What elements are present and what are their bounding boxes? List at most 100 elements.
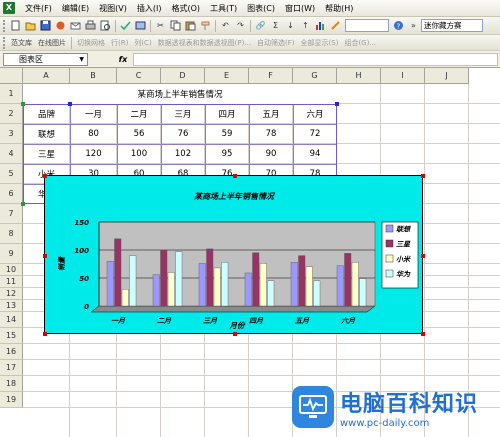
row-header-3[interactable]: 3 — [0, 124, 23, 144]
row-header-17[interactable]: 17 — [0, 360, 23, 376]
autofilter-button[interactable]: 自动筛选(F) — [254, 38, 298, 48]
save-icon[interactable] — [39, 19, 52, 32]
value-cell[interactable]: 78 — [249, 124, 293, 144]
chart-resize-handle[interactable] — [421, 253, 425, 258]
fx-icon[interactable]: fx — [113, 55, 133, 64]
online-image-button[interactable]: 在线图片 — [35, 38, 69, 48]
column-header-a[interactable]: A — [23, 68, 70, 84]
paste-icon[interactable] — [184, 19, 197, 32]
header-cell[interactable]: 品牌 — [23, 104, 70, 124]
value-cell[interactable]: 56 — [117, 124, 161, 144]
select-all-corner[interactable] — [0, 68, 23, 84]
row-header-14[interactable]: 14 — [0, 312, 23, 328]
hyperlink-icon[interactable]: 🔗 — [254, 19, 267, 32]
copy-icon[interactable] — [169, 19, 182, 32]
research-icon[interactable] — [134, 19, 147, 32]
formula-input[interactable] — [133, 52, 498, 66]
range-handle[interactable] — [335, 102, 339, 106]
column-header-b[interactable]: B — [70, 68, 117, 84]
range-handle[interactable] — [21, 102, 25, 106]
row-header-2[interactable]: 2 — [0, 104, 23, 124]
row-header-4[interactable]: 4 — [0, 144, 23, 164]
menu-chart[interactable]: 图表(C) — [242, 3, 280, 14]
menu-file[interactable]: 文件(F) — [20, 3, 57, 14]
menu-format[interactable]: 格式(O) — [166, 3, 205, 14]
row-header-10[interactable]: 10 — [0, 264, 23, 276]
name-box[interactable]: 图表区 ▼ — [3, 52, 88, 66]
value-cell[interactable]: 102 — [161, 144, 205, 164]
help-icon[interactable]: ? — [392, 19, 405, 32]
value-cell[interactable]: 59 — [205, 124, 249, 144]
chart-resize-handle[interactable] — [43, 332, 47, 336]
autosum-icon[interactable]: Σ — [269, 19, 282, 32]
toggle-grid-button[interactable]: 切换网格 — [74, 38, 108, 48]
brand-cell[interactable]: 三星 — [23, 144, 70, 164]
range-handle[interactable] — [21, 202, 25, 206]
chevron-down-icon[interactable]: ▼ — [79, 54, 84, 65]
row-button[interactable]: 行(R) — [108, 38, 131, 48]
column-header-i[interactable]: I — [381, 68, 425, 84]
row-header-6[interactable]: 6 — [0, 184, 23, 204]
sort-asc-icon[interactable]: ↓ — [284, 19, 297, 32]
chart-resize-handle[interactable] — [43, 174, 47, 178]
toolbar-grip[interactable] — [3, 19, 6, 32]
spellcheck-icon[interactable] — [119, 19, 132, 32]
row-header-12[interactable]: 12 — [0, 288, 23, 300]
undo-icon[interactable]: ↶ — [219, 19, 232, 32]
sort-desc-icon[interactable]: ↑ — [299, 19, 312, 32]
value-cell[interactable]: 72 — [293, 124, 337, 144]
row-header-13[interactable]: 13 — [0, 300, 23, 312]
sheet-title-cell[interactable]: 某商场上半年销售情况 — [23, 84, 337, 104]
row-header-5[interactable]: 5 — [0, 164, 23, 184]
row-header-11[interactable]: 11 — [0, 276, 23, 288]
redo-icon[interactable]: ↷ — [234, 19, 247, 32]
column-header-e[interactable]: E — [205, 68, 249, 84]
print-icon[interactable] — [84, 19, 97, 32]
column-button[interactable]: 列(C) — [131, 38, 154, 48]
email-icon[interactable] — [69, 19, 82, 32]
range-handle[interactable] — [68, 102, 72, 106]
chart-area[interactable]: 某商场上半年销售情况 0 50 100 150 一月 二月 三月 四月 五月 六月 销量 月份 联想 三星小… — [43, 174, 425, 336]
menu-view[interactable]: 视图(V) — [94, 3, 132, 14]
drawing-icon[interactable] — [329, 19, 342, 32]
row-header-15[interactable]: 15 — [0, 328, 23, 344]
chart-resize-handle[interactable] — [421, 332, 425, 336]
column-header-g[interactable]: G — [293, 68, 337, 84]
menu-edit[interactable]: 编辑(E) — [57, 3, 94, 14]
row-header-16[interactable]: 16 — [0, 344, 23, 360]
header-cell[interactable]: 三月 — [161, 104, 205, 124]
menu-tools[interactable]: 工具(T) — [205, 3, 242, 14]
value-cell[interactable]: 76 — [161, 124, 205, 144]
header-cell[interactable]: 五月 — [249, 104, 293, 124]
row-header-9[interactable]: 9 — [0, 244, 23, 264]
help-search-input[interactable]: 迷你藏方赛 — [421, 19, 483, 32]
row-header-18[interactable]: 18 — [0, 376, 23, 392]
cut-icon[interactable]: ✂ — [154, 19, 167, 32]
sample-library-button[interactable]: 范文库 — [8, 38, 35, 48]
value-cell[interactable]: 100 — [117, 144, 161, 164]
menu-insert[interactable]: 插入(I) — [132, 3, 167, 14]
show-all-button[interactable]: 全部显示(S) — [298, 38, 342, 48]
new-icon[interactable] — [9, 19, 22, 32]
header-cell[interactable]: 六月 — [293, 104, 337, 124]
open-icon[interactable] — [24, 19, 37, 32]
row-header-7[interactable]: 7 — [0, 204, 23, 224]
chart-resize-handle[interactable] — [232, 332, 237, 336]
chart-resize-handle[interactable] — [43, 253, 47, 258]
format-painter-icon[interactable] — [199, 19, 212, 32]
chart-resize-handle[interactable] — [421, 174, 425, 178]
value-cell[interactable]: 90 — [249, 144, 293, 164]
column-header-f[interactable]: F — [249, 68, 293, 84]
toolbar-grip[interactable] — [3, 36, 6, 49]
column-header-c[interactable]: C — [117, 68, 161, 84]
group-button[interactable]: 组合(G)... — [341, 38, 379, 48]
value-cell[interactable]: 80 — [70, 124, 117, 144]
menu-window[interactable]: 窗口(W) — [280, 3, 320, 14]
row-header-8[interactable]: 8 — [0, 224, 23, 244]
toolbar-overflow-icon[interactable]: » — [407, 19, 420, 32]
header-cell[interactable]: 四月 — [205, 104, 249, 124]
header-cell[interactable]: 二月 — [117, 104, 161, 124]
menu-help[interactable]: 帮助(H) — [320, 3, 358, 14]
value-cell[interactable]: 95 — [205, 144, 249, 164]
pivot-table-button[interactable]: 数据透视表和数据透视图(P)... — [155, 38, 254, 48]
